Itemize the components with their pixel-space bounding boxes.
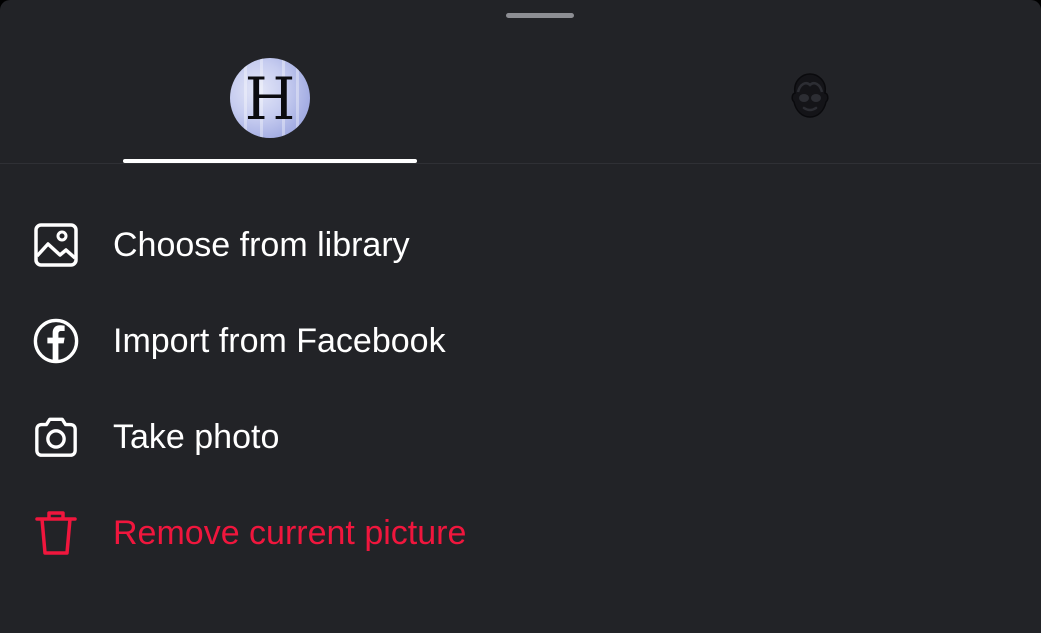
camera-icon [33, 414, 79, 460]
sheet-grabber[interactable] [506, 13, 574, 18]
take-photo-label: Take photo [113, 417, 280, 456]
choose-from-library-label: Choose from library [113, 225, 410, 264]
take-photo-option[interactable]: Take photo [0, 389, 1041, 485]
remove-current-picture-option[interactable]: Remove current picture [0, 485, 1041, 581]
bottom-sheet: H Choose from library Import from Facebo… [0, 0, 1041, 633]
picture-options-menu: Choose from library Import from Facebook… [0, 197, 1041, 581]
trash-icon [33, 510, 79, 556]
tab-avatar[interactable] [663, 40, 957, 164]
tab-profile-picture[interactable]: H [123, 40, 417, 164]
selected-tab-indicator [123, 159, 417, 163]
image-icon [33, 222, 79, 268]
facebook-icon [33, 318, 79, 364]
profile-letter: H [244, 65, 296, 133]
profile-picture-thumbnail: H [230, 58, 310, 138]
import-from-facebook-label: Import from Facebook [113, 321, 446, 360]
choose-from-library-option[interactable]: Choose from library [0, 197, 1041, 293]
avatar-face-icon [786, 71, 834, 126]
picture-type-tabs: H [0, 40, 1041, 164]
import-from-facebook-option[interactable]: Import from Facebook [0, 293, 1041, 389]
remove-current-picture-label: Remove current picture [113, 513, 467, 552]
